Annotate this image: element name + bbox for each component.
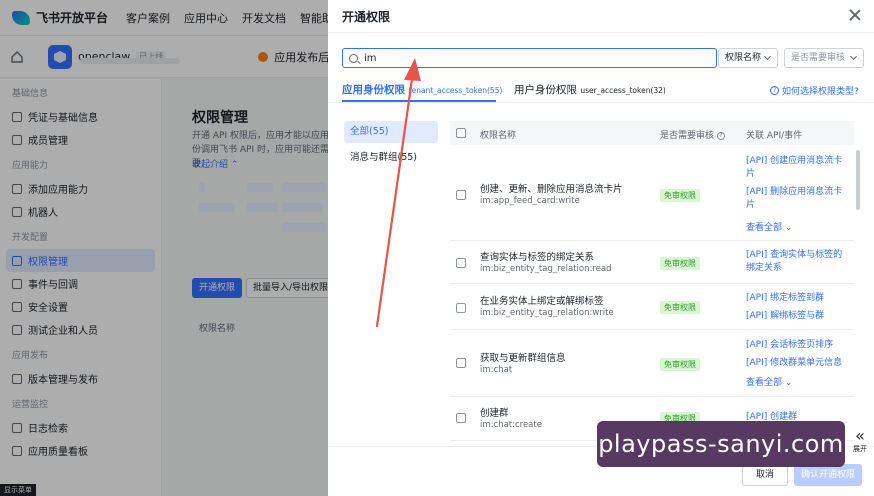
view-all-link[interactable]: 查看全部 ⌄	[746, 220, 792, 233]
table-row: 在业务实体上绑定或解绑标签 im:biz_entity_tag_relation…	[450, 284, 854, 330]
permission-name: 创建、更新、删除应用消息流卡片	[480, 184, 623, 195]
watermark: playpass-sanyi.com	[597, 421, 845, 467]
double-chevron-left-icon: «	[855, 426, 865, 445]
column-header-api: 关联 API/事件	[746, 131, 803, 141]
permission-key: im:chat	[480, 365, 513, 375]
view-all-label: 查看全部	[746, 378, 783, 388]
row-checkbox[interactable]	[456, 413, 466, 423]
api-link[interactable]: [API] 查询实体与标签的 绑定关系	[746, 249, 842, 275]
tab-sub-label: user_access_token(32)	[580, 86, 666, 95]
column-header-review: 是否需要审核?	[660, 128, 726, 141]
tab-label: 用户身份权限	[514, 84, 577, 96]
search-field-select[interactable]: 权限名称	[718, 48, 778, 68]
no-review-tag: 免审权限	[660, 358, 700, 371]
table-row: 获取与更新群组信息 im:chat 免审权限 [API] 会话标签页排序 [AP…	[450, 330, 854, 397]
api-link[interactable]: [API] 修改群菜单元信息	[746, 357, 842, 370]
permission-name: 创建群	[480, 408, 509, 419]
category-messages-groups[interactable]: 消息与群组(55)	[344, 147, 438, 169]
table-header: 权限名称 是否需要审核? 关联 API/事件	[450, 121, 854, 145]
search-field-select-value: 权限名称	[725, 53, 762, 63]
cancel-button[interactable]: 取消	[742, 464, 788, 486]
api-link[interactable]: [API] 绑定标签到群	[746, 292, 824, 305]
table-row: 查询实体与标签的绑定关系 im:biz_entity_tag_relation:…	[450, 241, 854, 284]
expand-panel-button[interactable]: « 展开	[848, 428, 872, 458]
review-filter-select-value: 是否需要审核	[791, 53, 846, 63]
search-input[interactable]	[364, 52, 694, 64]
api-link-line: 片	[746, 200, 756, 210]
permission-key: im:app_feed_card:write	[480, 196, 580, 206]
api-link[interactable]: [API] 创建应用消息流卡 片	[746, 155, 842, 181]
tab-sub-label: tenant_access_token(55)	[408, 86, 503, 95]
column-header-review-label: 是否需要审核	[660, 131, 715, 141]
review-filter-select[interactable]: 是否需要审核	[784, 48, 864, 68]
api-link-label: [API] 绑定标签到群	[746, 293, 825, 303]
permission-name: 查询实体与标签的绑定关系	[480, 252, 595, 263]
api-link[interactable]: [API] 解绑标签与群	[746, 310, 824, 323]
confirm-open-button[interactable]: 确认开通权限	[794, 464, 862, 486]
row-checkbox[interactable]	[456, 358, 466, 368]
permission-key: im:chat:create	[480, 420, 542, 430]
api-link-label: [API] 修改群菜单元信息	[746, 358, 843, 368]
permission-name: 获取与更新群组信息	[480, 353, 566, 364]
permission-search-box[interactable]	[342, 48, 717, 68]
divider	[328, 32, 874, 33]
no-review-tag: 免审权限	[660, 189, 700, 202]
api-link-line: [API] 查询实体与标签的	[746, 250, 843, 260]
drawer-title: 开通权限	[342, 10, 391, 24]
no-review-tag: 免审权限	[660, 257, 700, 270]
close-icon[interactable]	[848, 8, 862, 22]
chevron-down-icon	[849, 52, 858, 61]
category-all[interactable]: 全部(55)	[344, 121, 438, 143]
expand-label: 展开	[853, 445, 867, 453]
view-all-label: 查看全部	[746, 223, 783, 233]
how-to-choose-link[interactable]: ? 如何选择权限类型?	[770, 84, 859, 97]
api-link-line: [API] 创建应用消息流卡	[746, 156, 843, 166]
permission-key: im:biz_entity_tag_relation:read	[480, 264, 612, 274]
row-checkbox[interactable]	[456, 303, 466, 313]
row-checkbox[interactable]	[456, 190, 466, 200]
how-to-choose-label: 如何选择权限类型?	[782, 87, 859, 97]
select-all-checkbox[interactable]	[456, 128, 466, 138]
api-link[interactable]: [API] 会话标签页排序	[746, 339, 833, 352]
permission-name: 在业务实体上绑定或解绑标签	[480, 296, 604, 307]
api-link-line: 片	[746, 169, 756, 179]
row-checkbox[interactable]	[456, 258, 466, 268]
permission-key: im:biz_entity_tag_relation:write	[480, 308, 614, 318]
api-link-label: [API] 会话标签页排序	[746, 340, 834, 350]
column-header-name: 权限名称	[480, 131, 517, 141]
api-link-label: [API] 解绑标签与群	[746, 311, 825, 321]
table-scrollbar[interactable]	[856, 150, 860, 210]
api-link-line: 绑定关系	[746, 263, 783, 273]
tab-label: 应用身份权限	[342, 84, 405, 96]
api-link[interactable]: [API] 删除应用消息流卡 片	[746, 186, 842, 212]
no-review-tag: 免审权限	[660, 301, 700, 314]
search-icon	[349, 53, 358, 63]
chevron-down-icon	[763, 52, 772, 61]
table-row: 创建、更新、删除应用消息流卡片 im:app_feed_card:write 免…	[450, 147, 854, 241]
api-link-line: [API] 删除应用消息流卡	[746, 187, 843, 197]
tab-user-permissions[interactable]: 用户身份权限 user_access_token(32)	[514, 82, 666, 97]
view-all-link[interactable]: 查看全部 ⌄	[746, 375, 792, 388]
question-icon: ?	[770, 86, 779, 95]
divider	[328, 102, 874, 103]
tab-tenant-permissions[interactable]: 应用身份权限 tenant_access_token(55)	[342, 82, 502, 97]
help-icon[interactable]: ?	[717, 131, 726, 140]
